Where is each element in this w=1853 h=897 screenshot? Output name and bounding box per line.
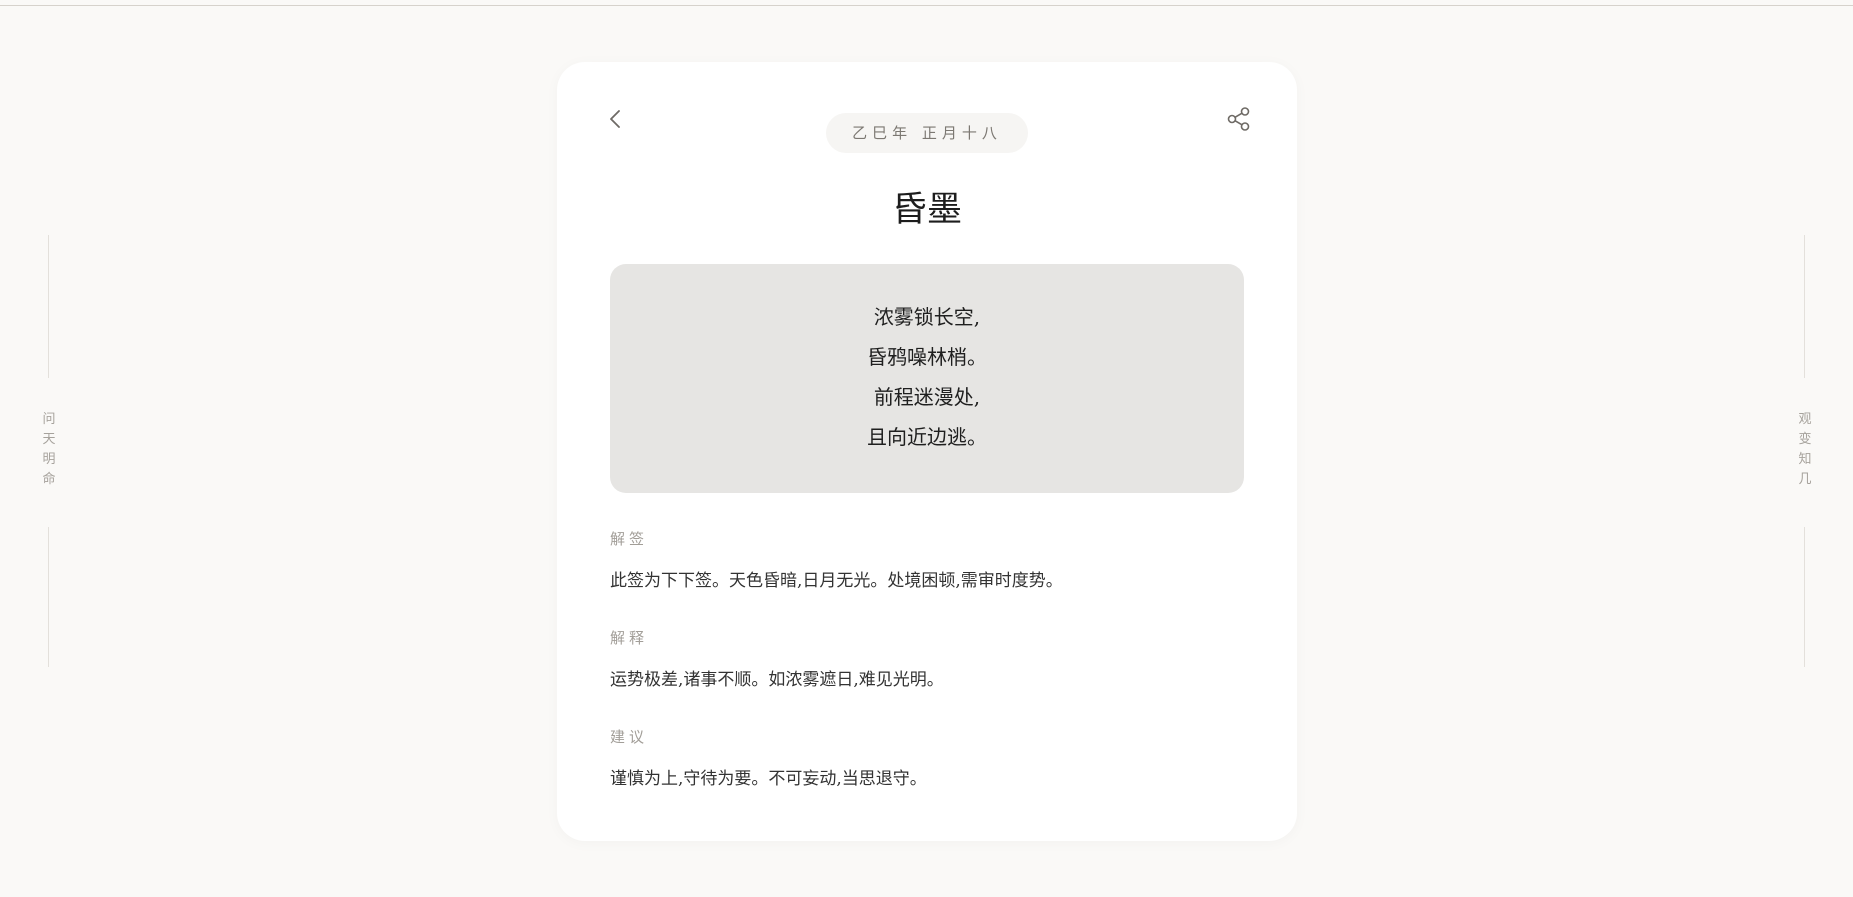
lunar-date-badge: 乙巳年 正月十八 (826, 113, 1028, 153)
chevron-left-icon (610, 110, 620, 128)
share-icon (1227, 107, 1250, 131)
side-line-bottom (48, 527, 49, 667)
side-line-bottom (1804, 527, 1805, 667)
side-char: 观 (1798, 412, 1812, 427)
side-text-right: 观 变 知 几 (1795, 410, 1815, 490)
verse-line: 浓雾锁长空, (873, 305, 981, 329)
top-divider (0, 5, 1853, 6)
side-line-top (1804, 235, 1805, 378)
fortune-card: 乙巳年 正月十八 昏墨 浓雾锁长空, 昏鸦噪林梢。 前程迷漫处, 且向近边逃。 … (557, 62, 1297, 841)
section-label-interpretation: 解签 (610, 530, 649, 548)
section-label-advice: 建议 (610, 728, 649, 746)
section-text-explanation: 运势极差,诸事不顺。如浓雾遮日,难见光明。 (610, 670, 944, 690)
verse-box: 浓雾锁长空, 昏鸦噪林梢。 前程迷漫处, 且向近边逃。 (610, 264, 1244, 493)
side-char: 命 (42, 472, 56, 487)
verse-line: 且向近边逃。 (867, 425, 987, 449)
share-button[interactable] (1225, 105, 1253, 133)
section-text-interpretation: 此签为下下签。天色昏暗,日月无光。处境困顿,需审时度势。 (610, 571, 1063, 591)
side-char: 问 (42, 412, 56, 427)
section-label-explanation: 解释 (610, 629, 649, 647)
verse-line: 昏鸦噪林梢。 (867, 345, 987, 369)
side-char: 天 (42, 432, 56, 447)
side-text-left: 问 天 明 命 (39, 410, 59, 490)
side-decoration-left: 问 天 明 命 (39, 235, 59, 667)
side-char: 几 (1798, 472, 1812, 487)
fortune-title: 昏墨 (891, 190, 962, 230)
side-char: 知 (1798, 452, 1812, 467)
verse-line: 前程迷漫处, (873, 385, 981, 409)
side-char: 明 (42, 452, 56, 467)
side-line-top (48, 235, 49, 378)
verse-lines: 浓雾锁长空, 昏鸦噪林梢。 前程迷漫处, 且向近边逃。 (610, 297, 1244, 457)
back-button[interactable] (603, 106, 629, 132)
section-text-advice: 谨慎为上,守待为要。不可妄动,当思退守。 (610, 769, 927, 789)
side-char: 变 (1798, 432, 1812, 447)
side-decoration-right: 观 变 知 几 (1795, 235, 1815, 667)
